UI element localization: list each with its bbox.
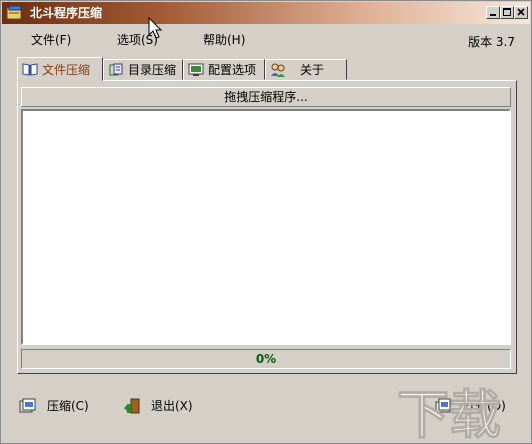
compress-panel: 拖拽压缩程序... 0% xyxy=(17,80,517,374)
maximize-icon xyxy=(503,8,511,16)
window-title: 北斗程序压缩 xyxy=(30,6,103,20)
compress-label: 压缩(C) xyxy=(47,399,89,413)
menu-help[interactable]: 帮助(H) xyxy=(203,33,245,47)
exit-door-icon xyxy=(124,398,140,414)
compress-icon xyxy=(19,398,36,413)
progress-value: 0% xyxy=(255,352,277,366)
people-icon xyxy=(271,63,285,77)
tab-label: 目录压缩 xyxy=(128,63,177,77)
close-button[interactable] xyxy=(514,6,528,19)
version-label: 版本 3.7 xyxy=(468,35,515,49)
compress-button[interactable]: 压缩(C) xyxy=(19,398,89,414)
minimize-icon xyxy=(490,14,496,16)
open-folder-icon xyxy=(435,398,451,413)
book-icon xyxy=(22,63,38,76)
main-window: 北斗程序压缩 文件(F) 选项(S) 帮助(H) 版本 3.7 文件压缩 目录压… xyxy=(0,0,532,444)
tab-dir-compress[interactable]: 目录压缩 xyxy=(103,59,183,80)
watermark-text: 下载 xyxy=(397,386,501,443)
menu-bar: 文件(F) 选项(S) 帮助(H) 版本 3.7 xyxy=(1,29,532,51)
file-drop-area[interactable] xyxy=(21,109,511,345)
menu-file[interactable]: 文件(F) xyxy=(31,33,71,47)
open-label: 打开(O) xyxy=(463,399,506,413)
maximize-button[interactable] xyxy=(500,6,514,19)
drop-hint-header: 拖拽压缩程序... xyxy=(21,87,511,107)
app-icon xyxy=(6,5,22,20)
exit-label: 退出(X) xyxy=(151,399,193,413)
tab-label: 关于 xyxy=(300,63,325,77)
tab-about[interactable]: 关于 xyxy=(265,59,347,80)
title-bar[interactable]: 北斗程序压缩 xyxy=(2,2,530,24)
menu-options[interactable]: 选项(S) xyxy=(117,33,158,47)
open-button[interactable]: 打开(O) xyxy=(435,398,506,414)
files-icon xyxy=(109,63,123,75)
tab-file-compress[interactable]: 文件压缩 xyxy=(17,57,103,81)
config-icon xyxy=(188,63,204,76)
minimize-button[interactable] xyxy=(486,6,500,19)
close-icon xyxy=(517,8,525,16)
tab-label: 文件压缩 xyxy=(42,62,91,77)
tab-config[interactable]: 配置选项 xyxy=(183,59,265,80)
progress-bar: 0% xyxy=(21,349,511,369)
tab-label: 配置选项 xyxy=(208,63,257,77)
exit-button[interactable]: 退出(X) xyxy=(123,398,193,414)
